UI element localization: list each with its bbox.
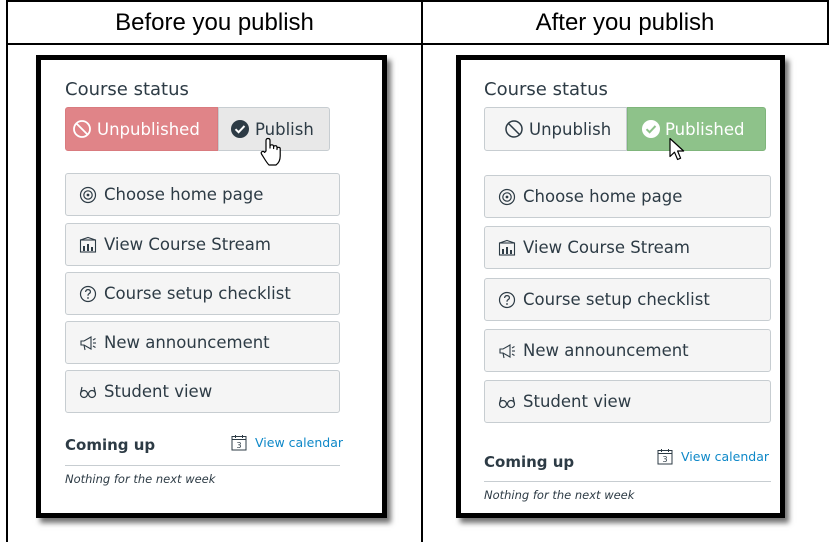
choose-home-page-label: Choose home page — [523, 187, 683, 206]
target-icon — [498, 188, 516, 205]
student-view-button[interactable]: Student view — [65, 370, 340, 413]
stream-icon — [498, 239, 516, 256]
view-course-stream-label: View Course Stream — [104, 235, 271, 254]
table-left-border — [6, 0, 8, 542]
calendar-icon: 3 — [657, 449, 673, 465]
view-calendar-link[interactable]: 3 View calendar — [231, 434, 343, 451]
column-divider — [421, 0, 423, 542]
empty-upcoming-note: Nothing for the next week — [65, 472, 216, 486]
coming-up-heading: Coming up — [484, 453, 575, 471]
unpublished-label: Unpublished — [97, 119, 200, 139]
stream-icon — [79, 236, 97, 253]
new-announcement-button[interactable]: New announcement — [484, 329, 771, 372]
hand-pointer-cursor-icon — [260, 137, 281, 166]
student-view-button[interactable]: Student view — [484, 380, 771, 423]
course-setup-checklist-label: Course setup checklist — [104, 284, 291, 303]
arrow-pointer-cursor-icon — [669, 137, 685, 161]
calendar-icon: 3 — [231, 435, 247, 451]
column-header-before: Before you publish — [115, 9, 314, 36]
publish-label: Publish — [255, 119, 314, 139]
unpublish-label: Unpublish — [529, 119, 612, 139]
course-setup-checklist-button[interactable]: Course setup checklist — [484, 278, 771, 321]
new-announcement-label: New announcement — [104, 333, 270, 352]
calendar-day: 3 — [662, 455, 667, 464]
unpublish-button[interactable]: Unpublish — [484, 107, 627, 151]
coming-up-divider — [484, 481, 771, 482]
glasses-icon — [79, 386, 97, 398]
unpublished-button[interactable]: Unpublished — [65, 107, 218, 151]
student-view-label: Student view — [523, 392, 632, 411]
choose-home-page-button[interactable]: Choose home page — [65, 173, 340, 216]
coming-up-divider — [65, 465, 340, 466]
new-announcement-button[interactable]: New announcement — [65, 321, 340, 364]
view-calendar-link[interactable]: 3 View calendar — [657, 448, 769, 465]
new-announcement-label: New announcement — [523, 341, 689, 360]
target-icon — [79, 186, 97, 203]
course-status-panel-before: Course status Unpublished Publish Choose… — [36, 55, 387, 518]
megaphone-icon — [80, 335, 96, 350]
course-status-title: Course status — [65, 79, 189, 100]
ban-icon — [73, 120, 91, 138]
choose-home-page-button[interactable]: Choose home page — [484, 175, 771, 218]
course-setup-checklist-button[interactable]: Course setup checklist — [65, 272, 340, 315]
view-course-stream-button[interactable]: View Course Stream — [65, 223, 340, 266]
header-divider — [7, 43, 829, 45]
student-view-label: Student view — [104, 382, 213, 401]
view-course-stream-button[interactable]: View Course Stream — [484, 226, 771, 269]
empty-upcoming-note: Nothing for the next week — [484, 488, 635, 502]
check-circle-icon — [231, 120, 249, 138]
course-status-panel-after: Course status Unpublish Published Choose… — [456, 55, 785, 518]
view-calendar-label: View calendar — [255, 435, 343, 450]
view-calendar-label: View calendar — [681, 449, 769, 464]
glasses-icon — [498, 396, 516, 408]
published-label: Published — [665, 119, 745, 139]
course-status-title: Course status — [484, 79, 608, 100]
view-course-stream-label: View Course Stream — [523, 238, 690, 257]
course-setup-checklist-label: Course setup checklist — [523, 290, 710, 309]
coming-up-heading: Coming up — [65, 436, 156, 454]
question-circle-icon — [498, 291, 516, 308]
question-circle-icon — [79, 285, 97, 302]
calendar-day: 3 — [236, 441, 241, 450]
check-circle-icon — [642, 120, 660, 138]
ban-icon — [505, 120, 523, 138]
column-header-after: After you publish — [535, 9, 715, 36]
choose-home-page-label: Choose home page — [104, 185, 264, 204]
megaphone-icon — [499, 343, 515, 358]
published-button[interactable]: Published — [627, 107, 766, 151]
